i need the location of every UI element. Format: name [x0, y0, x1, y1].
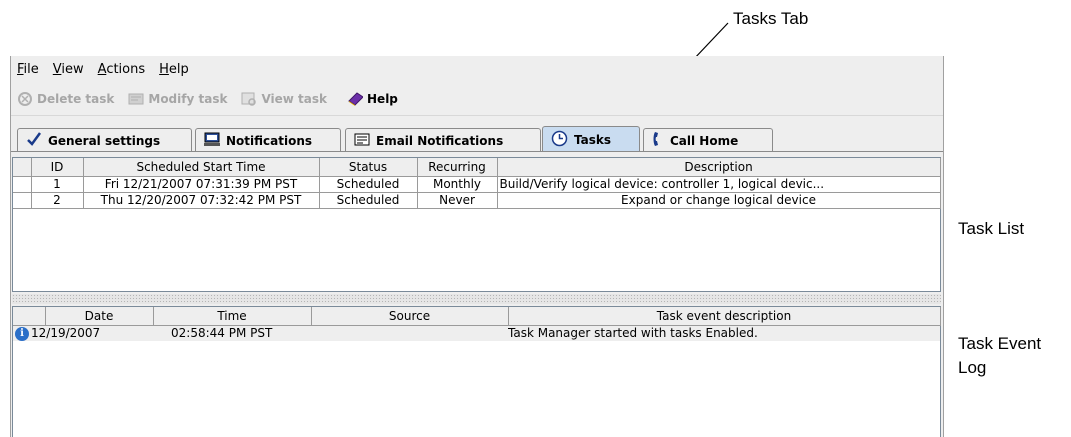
menu-view[interactable]: View [53, 62, 84, 77]
task-description: Build/Verify logical device: controller … [497, 176, 941, 193]
column-header-status[interactable]: Status [319, 158, 418, 177]
task-event-log-callout-line2: Log [958, 358, 987, 377]
task-row-selector[interactable] [13, 192, 32, 209]
task-id: 2 [31, 192, 84, 209]
column-header-description[interactable]: Description [497, 158, 941, 177]
column-header-event-select[interactable] [13, 307, 46, 326]
help-button[interactable]: Help [347, 91, 398, 107]
help-book-icon [347, 91, 364, 107]
tab-general-settings[interactable]: General settings [17, 128, 192, 152]
task-event-log-table: Date Time Source Task event description … [13, 307, 941, 341]
menu-actions[interactable]: Actions [98, 62, 146, 77]
tab-email-notifications[interactable]: Email Notifications [345, 128, 541, 152]
tab-strip: General settings Notifications Email Not… [11, 126, 943, 152]
task-event-log-callout: Task Event Log [958, 332, 1041, 380]
task-row-selector[interactable] [13, 176, 32, 193]
tab-strip-baseline [11, 151, 943, 152]
delete-task-button[interactable]: Delete task [17, 91, 114, 107]
task-event-log-callout-line1: Task Event [958, 334, 1042, 353]
event-time: 02:58:44 PM PST [153, 325, 311, 341]
phone-icon [652, 131, 664, 150]
task-event-log-panel: Date Time Source Task event description … [12, 306, 941, 437]
task-list-panel: ID Scheduled Start Time Status Recurring… [12, 157, 941, 292]
tab-email-label: Email Notifications [376, 133, 504, 148]
task-start-time: Fri 12/21/2007 07:31:39 PM PST [83, 176, 320, 193]
event-table-header: Date Time Source Task event description [13, 307, 941, 326]
task-status: Scheduled [319, 176, 418, 193]
monitor-icon [204, 132, 220, 149]
column-header-recurring[interactable]: Recurring [417, 158, 498, 177]
modify-task-icon [128, 91, 144, 107]
menu-bar: File View Actions Help [11, 56, 943, 82]
task-list-callout: Task List [958, 219, 1025, 238]
modify-task-label: Modify task [148, 91, 228, 106]
tab-tasks[interactable]: Tasks [542, 126, 640, 152]
task-row[interactable]: 1 Fri 12/21/2007 07:31:39 PM PST Schedul… [13, 176, 941, 193]
event-description: Task Manager started with tasks Enabled. [508, 325, 940, 341]
task-id: 1 [31, 176, 84, 193]
delete-task-icon [17, 91, 33, 107]
tab-general-label: General settings [48, 133, 161, 148]
event-source [311, 325, 508, 341]
modify-task-button[interactable]: Modify task [128, 91, 227, 107]
column-header-event-description[interactable]: Task event description [508, 307, 941, 326]
task-row[interactable]: 2 Thu 12/20/2007 07:32:42 PM PST Schedul… [13, 192, 941, 209]
task-description: Expand or change logical device [497, 192, 941, 209]
column-header-start-time[interactable]: Scheduled Start Time [83, 158, 320, 177]
application-window: File View Actions Help Delete task Modif… [10, 56, 944, 437]
task-start-time: Thu 12/20/2007 07:32:42 PM PST [83, 192, 320, 209]
help-label: Help [367, 91, 398, 106]
column-header-id[interactable]: ID [31, 158, 84, 177]
column-header-source[interactable]: Source [311, 307, 509, 326]
toolbar: Delete task Modify task View task Help [11, 82, 943, 116]
tab-notifications-label: Notifications [226, 133, 313, 148]
task-table-header: ID Scheduled Start Time Status Recurring… [13, 158, 941, 177]
event-date: 12/19/2007 [31, 326, 101, 340]
info-icon: i [15, 326, 29, 341]
view-task-icon [241, 91, 257, 107]
tab-call-home[interactable]: Call Home [643, 128, 773, 152]
tab-notifications[interactable]: Notifications [195, 128, 341, 152]
delete-task-label: Delete task [37, 91, 115, 106]
menu-file[interactable]: File [17, 62, 39, 77]
checkmark-icon [26, 132, 42, 149]
task-recurring: Never [417, 192, 498, 209]
menu-help[interactable]: Help [159, 62, 189, 77]
tab-call-home-label: Call Home [670, 133, 739, 148]
event-date-cell: i 12/19/2007 [13, 325, 153, 341]
task-status: Scheduled [319, 192, 418, 209]
view-task-button[interactable]: View task [241, 91, 327, 107]
tasks-tab-callout: Tasks Tab [733, 9, 809, 28]
column-header-date[interactable]: Date [45, 307, 154, 326]
split-pane-divider[interactable] [12, 294, 941, 304]
task-recurring: Monthly [417, 176, 498, 193]
clock-icon [551, 130, 568, 150]
view-task-label: View task [261, 91, 328, 106]
column-header-time[interactable]: Time [153, 307, 312, 326]
event-row[interactable]: i 12/19/2007 02:58:44 PM PST Task Manager… [13, 325, 940, 341]
email-icon [354, 133, 370, 149]
column-header-select[interactable] [13, 158, 32, 177]
task-list-table: ID Scheduled Start Time Status Recurring… [13, 158, 941, 209]
tab-tasks-label: Tasks [574, 132, 612, 147]
